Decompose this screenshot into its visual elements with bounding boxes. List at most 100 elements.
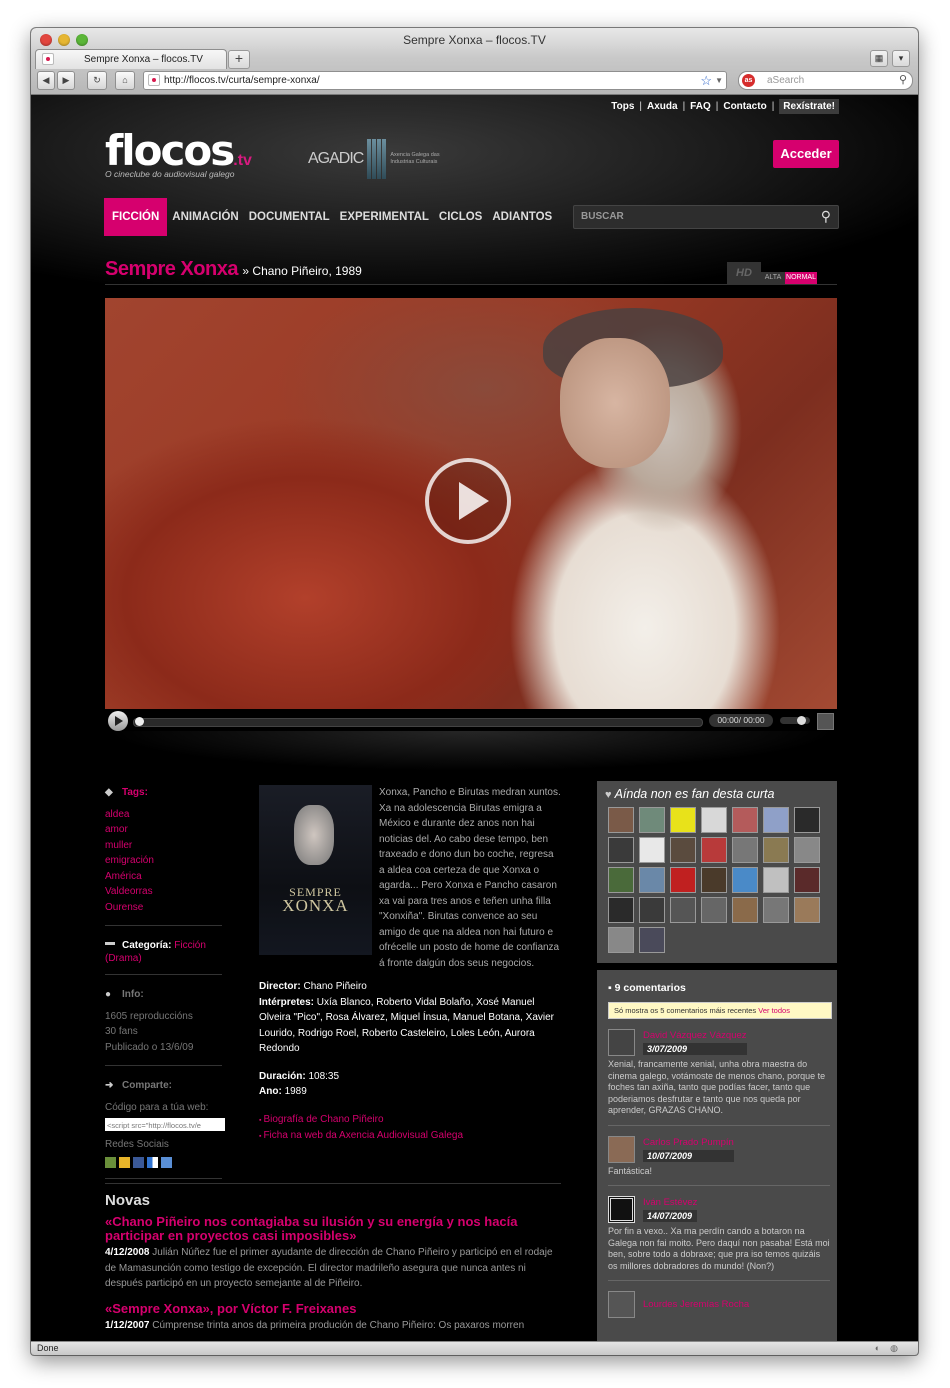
comment-author[interactable]: Carlos Prado Pumpín	[643, 1137, 734, 1148]
fan-avatar[interactable]	[794, 807, 820, 833]
browser-search-field[interactable]: as aSearch ⚲	[738, 71, 913, 90]
avatar[interactable]	[608, 1135, 635, 1163]
search-engine-icon[interactable]: as	[742, 74, 755, 87]
social-share-icon-2[interactable]	[119, 1156, 130, 1168]
tag-link[interactable]: aldea	[105, 807, 222, 823]
tag-link[interactable]: Valdeorras	[105, 884, 222, 900]
menu-item-ficcion[interactable]: FICCIÓN	[104, 198, 168, 236]
fan-avatar[interactable]	[732, 837, 758, 863]
agadic-logo[interactable]: AGADIC Axencia Galega das Industrias Cul…	[308, 139, 440, 179]
fullscreen-icon[interactable]	[817, 713, 834, 730]
play-button[interactable]	[108, 711, 128, 731]
fan-avatar[interactable]	[608, 867, 634, 893]
fan-avatar[interactable]	[763, 807, 789, 833]
avatar[interactable]	[608, 1196, 635, 1223]
fan-avatar[interactable]	[608, 807, 634, 833]
video-player[interactable]	[105, 298, 837, 709]
volume-slider[interactable]	[780, 716, 810, 725]
become-fan-link[interactable]: Aínda non es fan desta curta	[605, 781, 829, 807]
site-logo[interactable]: flocos.tv O cineclube do audiovisual gal…	[105, 130, 252, 180]
fan-avatar[interactable]	[670, 807, 696, 833]
history-dropdown-icon[interactable]: ▼	[715, 72, 723, 89]
new-tab-button[interactable]: +	[228, 50, 250, 69]
fan-avatar[interactable]	[639, 807, 665, 833]
fan-avatar[interactable]	[794, 897, 820, 923]
fan-avatar[interactable]	[608, 897, 634, 923]
bookmark-star-icon[interactable]: ☆	[700, 72, 712, 89]
forward-button[interactable]: ▶	[57, 71, 75, 90]
social-share-icon-5[interactable]	[161, 1156, 172, 1168]
link-biografia[interactable]: Biografía de Chano Piñeiro	[259, 1112, 561, 1129]
avatar[interactable]	[608, 1291, 635, 1318]
top-link-axuda[interactable]: Axuda	[647, 101, 678, 112]
menu-item-documental[interactable]: DOCUMENTAL	[244, 198, 335, 236]
fan-avatar[interactable]	[670, 867, 696, 893]
menu-item-experimental[interactable]: EXPERIMENTAL	[335, 198, 434, 236]
view-all-comments-link[interactable]: Ver todos	[758, 1006, 790, 1015]
comment-author[interactable]: David Vázquez Vázquez	[643, 1030, 747, 1041]
news-title[interactable]: «Sempre Xonxa», por Víctor F. Freixanes	[105, 1301, 561, 1316]
fan-avatar[interactable]	[794, 867, 820, 893]
search-icon[interactable]: ⚲	[821, 208, 831, 225]
reload-button[interactable]: ↻	[87, 71, 107, 90]
site-search-input[interactable]: BUSCAR ⚲	[573, 205, 839, 229]
social-share-icon-1[interactable]	[105, 1156, 116, 1168]
tag-link[interactable]: emigración	[105, 853, 222, 869]
fan-avatar[interactable]	[608, 927, 634, 953]
tag-link[interactable]: Ourense	[105, 900, 222, 916]
search-icon[interactable]: ⚲	[899, 72, 907, 89]
fan-avatar[interactable]	[763, 867, 789, 893]
logo-tagline: O cineclube do audiovisual galego	[105, 169, 235, 179]
link-ficha[interactable]: Ficha na web da Axencia Audiovisual Gale…	[259, 1128, 561, 1145]
news-title[interactable]: «Chano Piñeiro nos contagiaba su ilusión…	[105, 1215, 561, 1243]
fan-avatar[interactable]	[670, 897, 696, 923]
tab-overview-icon[interactable]: ▦	[870, 50, 888, 67]
fan-avatar[interactable]	[701, 807, 727, 833]
fan-avatar[interactable]	[732, 807, 758, 833]
top-link-faq[interactable]: FAQ	[690, 101, 711, 112]
address-bar[interactable]: http://flocos.tv/curta/sempre-xonxa/ ☆ ▼	[143, 71, 727, 90]
categoria-link[interactable]: Ficción	[174, 940, 206, 951]
fan-avatar[interactable]	[639, 897, 665, 923]
top-link-contacto[interactable]: Contacto	[723, 101, 766, 112]
quality-hd-button[interactable]: HD	[727, 262, 761, 284]
comment-author[interactable]: Iván Estévez	[643, 1197, 697, 1208]
comment-author[interactable]: Lourdes Jeremías Rocha	[643, 1299, 749, 1310]
menu-item-animacion[interactable]: ANIMACIÓN	[167, 198, 243, 236]
tag-link[interactable]: América	[105, 869, 222, 885]
fan-avatar[interactable]	[639, 927, 665, 953]
delicious-icon[interactable]	[147, 1156, 158, 1168]
avatar[interactable]	[608, 1029, 635, 1056]
share-section: ➜ Comparte: Código para a túa web: <scrip…	[105, 1078, 225, 1179]
fan-avatar[interactable]	[732, 867, 758, 893]
register-link[interactable]: Rexístrate!	[779, 99, 839, 114]
quality-alta-button[interactable]: ALTA	[761, 272, 785, 284]
embed-code-field[interactable]: <script src="http://flocos.tv/e	[105, 1118, 225, 1131]
fan-avatar[interactable]	[639, 837, 665, 863]
play-overlay-icon[interactable]	[425, 458, 511, 544]
back-button[interactable]: ◀	[37, 71, 55, 90]
fan-avatar[interactable]	[763, 837, 789, 863]
facebook-icon[interactable]	[133, 1156, 144, 1168]
fan-avatar[interactable]	[608, 837, 634, 863]
fan-avatar[interactable]	[794, 837, 820, 863]
fan-avatar[interactable]	[763, 897, 789, 923]
home-button[interactable]: ⌂	[115, 71, 135, 90]
fan-avatar[interactable]	[701, 867, 727, 893]
fan-avatar[interactable]	[701, 837, 727, 863]
quality-normal-button[interactable]: NORMAL	[785, 272, 817, 284]
menu-item-adiantos[interactable]: ADIANTOS	[487, 198, 557, 236]
seek-bar[interactable]	[133, 717, 703, 727]
fan-avatar[interactable]	[670, 837, 696, 863]
menu-item-ciclos[interactable]: CICLOS	[434, 198, 487, 236]
tag-link[interactable]: muller	[105, 838, 222, 854]
fan-avatar[interactable]	[639, 867, 665, 893]
tag-link[interactable]: amor	[105, 822, 222, 838]
tab-list-icon[interactable]: ▾	[892, 50, 910, 67]
top-link-tops[interactable]: Tops	[611, 101, 634, 112]
browser-tab[interactable]: Sempre Xonxa – flocos.TV	[35, 49, 227, 69]
seek-handle[interactable]	[135, 717, 144, 726]
fan-avatar[interactable]	[732, 897, 758, 923]
fan-avatar[interactable]	[701, 897, 727, 923]
login-button[interactable]: Acceder	[773, 140, 839, 168]
